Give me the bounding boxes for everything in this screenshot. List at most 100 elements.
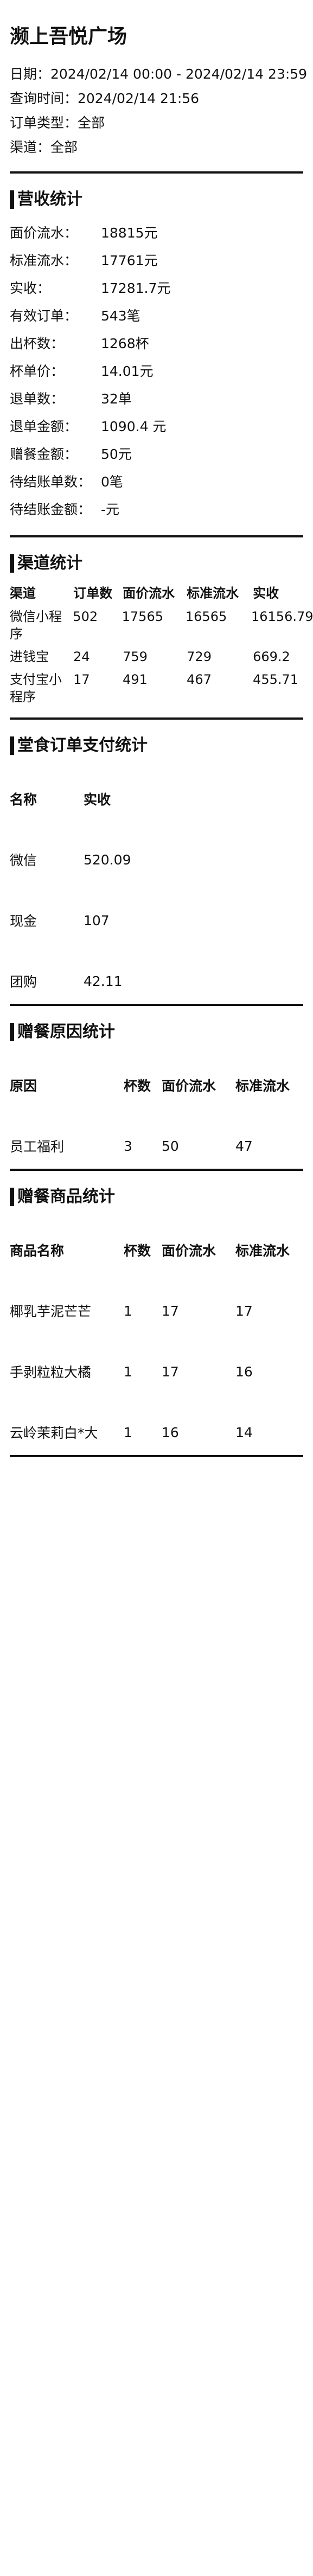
divider — [10, 171, 303, 174]
table-header: 原因 杯数 面价流水 标准流水 — [10, 1074, 303, 1096]
stat-row: 实收： 17281.7元 — [10, 274, 303, 302]
section-bar-icon — [10, 1188, 14, 1206]
table-cell: 微信 — [10, 853, 37, 868]
gift-goods-title-text: 赠餐商品统计 — [17, 1187, 115, 1206]
query-time: 查询时间：2024/02/14 21:56 — [10, 91, 200, 106]
divider — [10, 717, 303, 720]
stat-label: 待结账单数： — [10, 474, 92, 490]
stat-value: 17281.7元 — [101, 280, 171, 296]
table-cell: 1 — [124, 1303, 132, 1319]
table-cell: 520.09 — [84, 851, 131, 868]
table-cell: 17 — [162, 1303, 179, 1319]
table-cell: 1 — [124, 1424, 132, 1440]
column-header: 标准流水 — [235, 1078, 290, 1094]
column-header: 面价流水 — [162, 1078, 216, 1094]
gift-goods-section-title: 赠餐商品统计 — [10, 1185, 303, 1209]
table-header: 渠道 订单数 面价流水 标准流水 实收 — [10, 584, 303, 603]
stat-row: 退单金额： 1090.4 元 — [10, 413, 303, 440]
stat-value: 0笔 — [101, 474, 123, 490]
stat-value: 543笔 — [101, 308, 140, 324]
table-row: 团购 42.11 — [10, 970, 303, 992]
stat-label: 有效订单： — [10, 308, 78, 324]
table-row: 现金 107 — [10, 909, 303, 931]
stat-label: 退单金额： — [10, 419, 78, 434]
stat-row: 待结账单数： 0笔 — [10, 468, 303, 496]
column-header: 名称 — [10, 792, 37, 808]
table-cell: 17 — [235, 1303, 253, 1319]
column-header: 原因 — [10, 1078, 37, 1094]
stat-label: 实收： — [10, 280, 51, 296]
table-cell: 手剥粒粒大橘 — [10, 1364, 92, 1380]
stat-label: 退单数： — [10, 391, 65, 407]
table-cell: 24 — [73, 649, 90, 664]
table-row: 进钱宝 24 759 729 669.2 — [10, 648, 303, 665]
table-cell: 员工福利 — [10, 1139, 65, 1155]
stat-value: 14.01元 — [101, 363, 154, 379]
table-row: 云岭茉莉白*大 1 16 14 — [10, 1421, 303, 1443]
channel-title-text: 渠道统计 — [17, 554, 82, 573]
table-cell: 椰乳芋泥芒芒 — [10, 1304, 92, 1319]
table-row: 支付宝小程序 17 491 467 455.71 — [10, 671, 303, 706]
section-bar-icon — [10, 1023, 14, 1041]
table-cell: 455.71 — [253, 672, 299, 687]
table-cell: 支付宝小程序 — [10, 672, 62, 704]
column-header: 订单数 — [73, 586, 113, 601]
stat-value: -元 — [101, 502, 120, 517]
table-header: 商品名称 杯数 面价流水 标准流水 — [10, 1239, 303, 1261]
stat-value: 18815元 — [101, 225, 158, 241]
gift-reason-table: 原因 杯数 面价流水 标准流水 员工福利 3 50 47 — [10, 1074, 303, 1157]
table-cell: 669.2 — [253, 649, 290, 664]
stat-row: 待结账金额： -元 — [10, 496, 303, 523]
date-range: 日期：2024/02/14 00:00 - 2024/02/14 23:59 — [10, 66, 308, 82]
column-header: 标准流水 — [235, 1243, 290, 1259]
table-header: 名称 实收 — [10, 788, 303, 810]
stat-row: 赠餐金额： 50元 — [10, 440, 303, 468]
channel-section-title: 渠道统计 — [10, 552, 303, 575]
table-cell: 16 — [162, 1424, 179, 1440]
table-row: 员工福利 3 50 47 — [10, 1135, 303, 1157]
section-bar-icon — [10, 736, 14, 755]
table-cell: 进钱宝 — [10, 649, 49, 664]
table-cell: 107 — [84, 912, 110, 928]
table-cell: 16565 — [185, 609, 227, 624]
stat-value: 1268杯 — [101, 336, 149, 351]
divider — [10, 1455, 303, 1457]
table-row: 手剥粒粒大橘 1 17 16 — [10, 1361, 303, 1382]
table-cell: 云岭茉莉白*大 — [10, 1425, 98, 1441]
report-page: 濒上吾悦广场 日期：2024/02/14 00:00 - 2024/02/14 … — [0, 0, 313, 2576]
stat-label: 赠餐金额： — [10, 446, 78, 462]
stat-row: 退单数： 32单 — [10, 385, 303, 413]
table-cell: 16 — [235, 1363, 253, 1380]
table-cell: 502 — [73, 609, 98, 624]
table-cell: 微信小程序 — [10, 609, 62, 642]
divider — [10, 535, 303, 537]
stat-row: 杯单价： 14.01元 — [10, 357, 303, 385]
divider — [10, 1169, 303, 1171]
column-header: 面价流水 — [162, 1243, 216, 1259]
payment-title-text: 堂食订单支付统计 — [17, 736, 148, 755]
stat-value: 32单 — [101, 391, 132, 407]
gift-reason-title-text: 赠餐原因统计 — [17, 1022, 115, 1041]
report-meta: 日期：2024/02/14 00:00 - 2024/02/14 23:59 查… — [10, 62, 308, 159]
stat-row: 有效订单： 543笔 — [10, 302, 303, 330]
stat-label: 标准流水： — [10, 253, 78, 268]
table-cell: 17 — [73, 672, 90, 687]
gift-reason-section-title: 赠餐原因统计 — [10, 1020, 303, 1044]
table-row: 微信小程序 502 17565 16565 16156.79 — [10, 608, 313, 643]
table-cell: 3 — [124, 1138, 132, 1154]
payment-section-title: 堂食订单支付统计 — [10, 734, 303, 758]
table-cell: 团购 — [10, 974, 37, 990]
stat-label: 待结账金额： — [10, 502, 92, 517]
table-cell: 47 — [235, 1138, 253, 1154]
order-type: 订单类型：全部 — [10, 115, 105, 131]
revenue-stats: 面价流水： 18815元 标准流水： 17761元 实收： 17281.7元 有效订单… — [10, 219, 303, 523]
section-bar-icon — [10, 190, 14, 209]
table-cell: 467 — [187, 672, 212, 687]
table-cell: 50 — [162, 1138, 179, 1154]
table-cell: 729 — [187, 649, 212, 664]
column-header: 杯数 — [124, 1078, 151, 1094]
stat-row: 标准流水： 17761元 — [10, 247, 303, 274]
payment-table: 名称 实收 微信 520.09 现金 107 团购 42.11 — [10, 788, 303, 992]
stat-label: 出杯数： — [10, 336, 65, 351]
channel-table: 渠道 订单数 面价流水 标准流水 实收 微信小程序 502 17565 1656… — [10, 584, 313, 706]
